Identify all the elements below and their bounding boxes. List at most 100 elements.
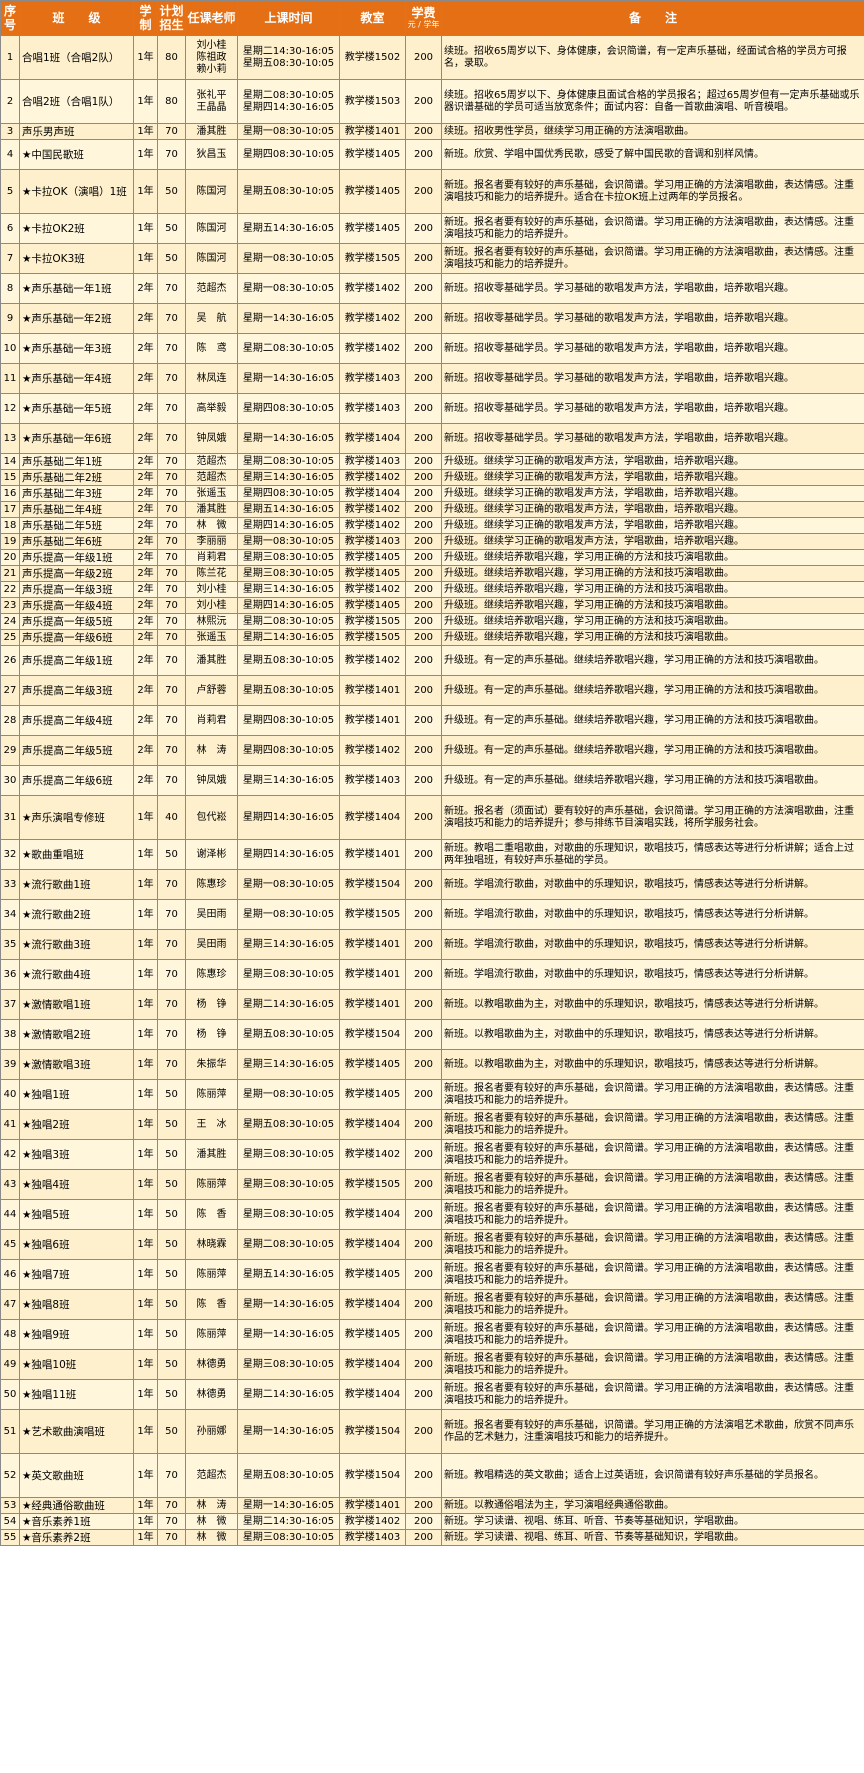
term-length: 1年 (133, 1259, 158, 1290)
classroom: 教学楼1505 (339, 613, 406, 630)
term-length: 2年 (133, 565, 158, 582)
classroom: 教学楼1401 (339, 989, 406, 1020)
remarks: 新班。以教通俗唱法为主，学习演唱经典通俗歌曲。 (441, 1497, 864, 1514)
planned-enrollment: 50 (157, 1289, 186, 1320)
term-length: 2年 (133, 735, 158, 766)
row-number: 52 (0, 1453, 20, 1498)
term-length: 1年 (133, 1497, 158, 1514)
row-number: 27 (0, 675, 20, 706)
teacher-name: 孙丽娜 (185, 1409, 238, 1454)
row-number: 7 (0, 243, 20, 274)
classroom: 教学楼1402 (339, 517, 406, 534)
planned-enrollment: 70 (157, 517, 186, 534)
planned-enrollment: 70 (157, 501, 186, 518)
term-length: 2年 (133, 597, 158, 614)
planned-enrollment: 50 (157, 1349, 186, 1380)
row-number: 12 (0, 393, 20, 424)
term-length: 2年 (133, 581, 158, 598)
classroom: 教学楼1401 (339, 1497, 406, 1514)
teacher-name: 刘小桂 陈祖政 赖小莉 (185, 35, 238, 80)
remarks: 新班。招收零基础学员。学习基础的歌唱发声方法，学唱歌曲，培养歌唱兴趣。 (441, 333, 864, 364)
teacher-name: 陈国河 (185, 213, 238, 244)
row-number: 6 (0, 213, 20, 244)
class-name: ★激情歌唱2班 (19, 1019, 134, 1050)
classroom: 教学楼1404 (339, 795, 406, 840)
tuition-fee: 200 (405, 517, 442, 534)
classroom: 教学楼1403 (339, 533, 406, 550)
teacher-name: 张礼平 王晶晶 (185, 79, 238, 124)
planned-enrollment: 50 (157, 839, 186, 870)
table-row: 4 ★中国民歌班 1年 70 狄昌玉 星期四08:30-10:05 教学楼1405 200 新班… (0, 139, 864, 170)
table-row: 41 ★独唱2班 1年 50 王 冰星期五08:30-10:05 教学楼1404 200 新班… (0, 1109, 864, 1140)
remarks: 续班。招收男性学员，继续学习用正确的方法演唱歌曲。 (441, 123, 864, 140)
table-row: 8 ★声乐基础一年1班 2年 70 范超杰 星期一08:30-10:05 教学楼1402 20… (0, 273, 864, 304)
tuition-fee: 200 (405, 735, 442, 766)
class-name: ★独唱2班 (19, 1109, 134, 1140)
term-length: 1年 (133, 795, 158, 840)
teacher-name: 潘其胜 (185, 1139, 238, 1170)
classroom: 教学楼1402 (339, 333, 406, 364)
classroom: 教学楼1404 (339, 1289, 406, 1320)
term-length: 1年 (133, 1079, 158, 1110)
planned-enrollment: 50 (157, 213, 186, 244)
tuition-fee: 200 (405, 1319, 442, 1350)
planned-enrollment: 70 (157, 423, 186, 454)
remarks: 升级班。有一定的声乐基础。继续培养歌唱兴趣，学习用正确的方法和技巧演唱歌曲。 (441, 705, 864, 736)
classroom: 教学楼1402 (339, 735, 406, 766)
class-time: 星期二14:30-16:05 (237, 1513, 340, 1530)
tuition-fee: 200 (405, 1289, 442, 1320)
teacher-name: 林 微 (185, 1513, 238, 1530)
classroom: 教学楼1402 (339, 1139, 406, 1170)
classroom: 教学楼1405 (339, 1259, 406, 1290)
class-name: 声乐基础二年1班 (19, 453, 134, 470)
table-row: 26 声乐提高二年级1班 2年 70 潘其胜 星期五08:30-10:05 教学楼1402 2… (0, 645, 864, 676)
table-row: 18 声乐基础二年5班 2年 70 林 微星期四14:30-16:05 教学楼1402 20… (0, 517, 864, 534)
class-name: ★声乐基础一年5班 (19, 393, 134, 424)
teacher-name: 林熙沅 (185, 613, 238, 630)
planned-enrollment: 70 (157, 123, 186, 140)
planned-enrollment: 50 (157, 1109, 186, 1140)
teacher-name: 包代崧 (185, 795, 238, 840)
table-row: 22 声乐提高一年级3班 2年 70 刘小桂 星期三14:30-16:05 教学楼1402 2… (0, 581, 864, 598)
remarks: 新班。报名者要有较好的声乐基础，会识简谱。学习用正确的方法演唱歌曲，表达情感。注… (441, 1139, 864, 1170)
tuition-fee: 200 (405, 423, 442, 454)
classroom: 教学楼1505 (339, 243, 406, 274)
row-number: 9 (0, 303, 20, 334)
term-length: 1年 (133, 1019, 158, 1050)
remarks: 升级班。继续学习正确的歌唱发声方法，学唱歌曲，培养歌唱兴趣。 (441, 469, 864, 486)
teacher-name: 谢泽彬 (185, 839, 238, 870)
class-time: 星期一08:30-10:05 (237, 899, 340, 930)
row-number: 50 (0, 1379, 20, 1410)
classroom: 教学楼1404 (339, 1109, 406, 1140)
row-number: 55 (0, 1529, 20, 1546)
tuition-fee: 200 (405, 581, 442, 598)
class-schedule-table: 序号 班 级 学制 计划招生 任课老师 上课时间 教室 学费元 / 学年 备 注… (0, 0, 864, 1546)
remarks: 升级班。有一定的声乐基础。继续培养歌唱兴趣，学习用正确的方法和技巧演唱歌曲。 (441, 735, 864, 766)
class-time: 星期二14:30-16:05 (237, 629, 340, 646)
remarks: 新班。报名者要有较好的声乐基础，会识简谱。学习用正确的方法演唱歌曲，表达情感。注… (441, 1109, 864, 1140)
teacher-name: 范超杰 (185, 1453, 238, 1498)
class-name: ★激情歌唱1班 (19, 989, 134, 1020)
table-row: 33 ★流行歌曲1班 1年 70 陈惠珍 星期一08:30-10:05 教学楼1504 200… (0, 869, 864, 900)
planned-enrollment: 50 (157, 1079, 186, 1110)
row-number: 22 (0, 581, 20, 598)
class-time: 星期二14:30-16:05 (237, 1379, 340, 1410)
tuition-fee: 200 (405, 213, 442, 244)
row-number: 3 (0, 123, 20, 140)
row-number: 25 (0, 629, 20, 646)
teacher-name: 肖莉君 (185, 549, 238, 566)
remarks: 升级班。有一定的声乐基础。继续培养歌唱兴趣，学习用正确的方法和技巧演唱歌曲。 (441, 765, 864, 796)
term-length: 1年 (133, 1379, 158, 1410)
class-name: 声乐基础二年6班 (19, 533, 134, 550)
class-name: 声乐基础二年4班 (19, 501, 134, 518)
row-number: 5 (0, 169, 20, 214)
remarks: 新班。招收零基础学员。学习基础的歌唱发声方法，学唱歌曲，培养歌唱兴趣。 (441, 393, 864, 424)
table-row: 37 ★激情歌唱1班 1年 70 杨 铮星期二14:30-16:05 教学楼1401 200… (0, 989, 864, 1020)
teacher-name: 林 微 (185, 1529, 238, 1546)
header-class: 班 级 (19, 0, 134, 36)
classroom: 教学楼1405 (339, 1049, 406, 1080)
table-row: 15 声乐基础二年2班 2年 70 范超杰 星期三14:30-16:05 教学楼1402 20… (0, 469, 864, 486)
remarks: 续班。招收65周岁以下、身体健康且面试合格的学员报名；超过65周岁但有一定声乐基… (441, 79, 864, 124)
classroom: 教学楼1401 (339, 705, 406, 736)
row-number: 21 (0, 565, 20, 582)
